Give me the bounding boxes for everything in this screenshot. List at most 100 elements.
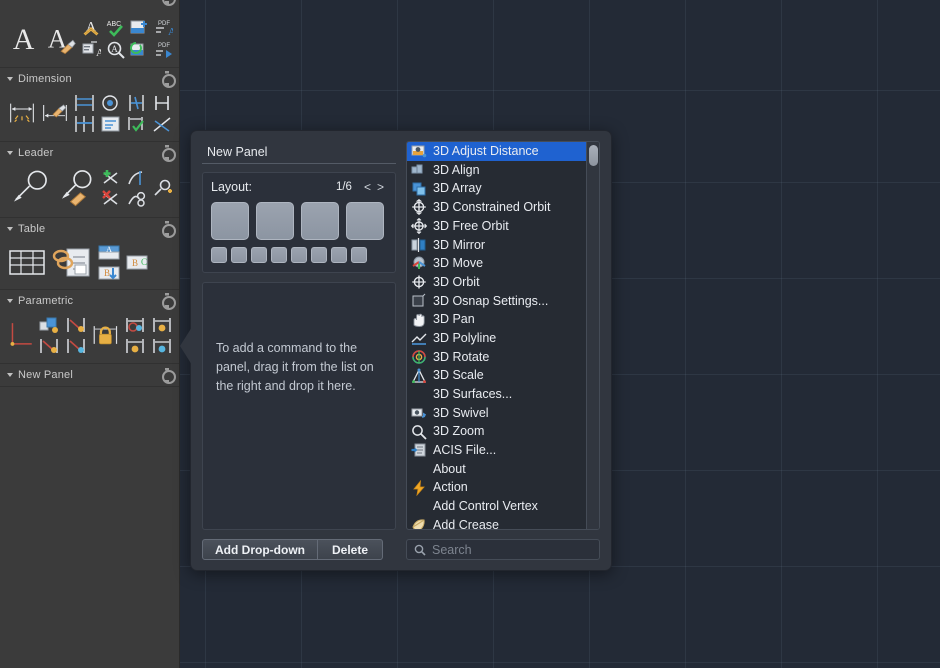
- layout-next-button[interactable]: >: [374, 180, 387, 194]
- baseline-dimension-icon[interactable]: [74, 94, 95, 112]
- sidebar-group-header-new-panel[interactable]: New Panel: [0, 364, 179, 386]
- text-style-big-a-icon[interactable]: A: [8, 17, 39, 59]
- layout-slot-large[interactable]: [301, 202, 339, 240]
- table-formula-icon[interactable]: B C: [126, 254, 149, 271]
- command-list-item[interactable]: ACIS File...: [407, 441, 586, 460]
- gear-icon[interactable]: [161, 0, 173, 3]
- gear-icon[interactable]: [161, 295, 173, 307]
- jogged-dimension-icon[interactable]: [152, 94, 173, 112]
- command-list-item[interactable]: Action: [407, 478, 586, 497]
- sidebar-group-icons-parametric[interactable]: [0, 311, 179, 363]
- command-list-item[interactable]: 3D Swivel: [407, 404, 586, 423]
- command-list-scrollbar[interactable]: [586, 142, 599, 529]
- layout-slot-small[interactable]: [271, 247, 287, 263]
- command-list-item[interactable]: 3D Pan: [407, 310, 586, 329]
- command-list-item[interactable]: 3D Polyline: [407, 329, 586, 348]
- pdf-text-icon[interactable]: PDF A: [154, 18, 173, 37]
- gear-icon[interactable]: [161, 369, 173, 381]
- text-import-icon[interactable]: [130, 18, 149, 37]
- layout-slot-small[interactable]: [351, 247, 367, 263]
- text-find-replace-icon[interactable]: A: [82, 40, 101, 59]
- layout-slot-large[interactable]: [256, 202, 294, 240]
- command-list[interactable]: 3D Adjust Distance3D Align3D Array3D Con…: [406, 141, 600, 530]
- command-list-item[interactable]: 3D Orbit: [407, 273, 586, 292]
- dimension-edit-brush-icon[interactable]: [41, 93, 69, 133]
- sidebar-group-dimension[interactable]: Dimension: [0, 68, 179, 142]
- gear-icon[interactable]: [161, 147, 173, 159]
- spell-check-icon[interactable]: ABC: [106, 18, 125, 37]
- sidebar-group-new-panel[interactable]: New Panel: [0, 364, 179, 387]
- chevron-down-icon[interactable]: [7, 299, 13, 303]
- command-list-item[interactable]: Add Crease: [407, 516, 586, 529]
- link-data-icon[interactable]: [51, 243, 93, 281]
- chevron-down-icon[interactable]: [7, 227, 13, 231]
- new-panel-editor-dialog[interactable]: New Panel Layout: 1/6 < >: [190, 130, 612, 571]
- command-drop-area[interactable]: To add a command to the panel, drag it f…: [202, 282, 396, 530]
- find-text-icon[interactable]: A: [106, 40, 125, 59]
- command-list-scroll-area[interactable]: 3D Adjust Distance3D Align3D Array3D Con…: [407, 142, 586, 529]
- sidebar-group-header-leader[interactable]: Leader: [0, 142, 179, 163]
- dimension-break-icon[interactable]: [126, 94, 147, 112]
- layout-slot-large[interactable]: [211, 202, 249, 240]
- customize-panel-sidebar[interactable]: Text A A A: [0, 0, 180, 668]
- command-search-field[interactable]: Search: [406, 539, 600, 560]
- sidebar-group-icons-leader[interactable]: [0, 163, 179, 217]
- command-list-item[interactable]: Add Control Vertex: [407, 497, 586, 516]
- sidebar-group-parametric[interactable]: Parametric: [0, 290, 179, 364]
- command-list-item[interactable]: 3D Scale: [407, 366, 586, 385]
- vertical-constraint-icon[interactable]: [151, 316, 173, 334]
- tangent-constraint-icon[interactable]: [65, 337, 87, 355]
- sidebar-group-icons-text[interactable]: A A A A: [0, 7, 179, 67]
- layout-slot-large[interactable]: [346, 202, 384, 240]
- layout-slot-small[interactable]: [231, 247, 247, 263]
- remove-leader-icon[interactable]: [100, 190, 121, 208]
- coincident-constraint-icon[interactable]: [38, 316, 60, 334]
- command-list-item[interactable]: About: [407, 460, 586, 479]
- command-list-item[interactable]: 3D Move: [407, 254, 586, 273]
- diameter-dimension-icon[interactable]: [100, 94, 121, 112]
- sidebar-group-text[interactable]: Text A A A: [0, 0, 179, 68]
- pdf-link-icon[interactable]: PDF: [154, 40, 173, 59]
- layout-slot-small[interactable]: [211, 247, 227, 263]
- dimension-style-icon[interactable]: [100, 115, 121, 133]
- chevron-down-icon[interactable]: [7, 373, 13, 377]
- table-cell-style-icon[interactable]: A: [98, 244, 121, 261]
- linear-dimension-icon[interactable]: [8, 93, 36, 133]
- panel-name-input[interactable]: New Panel: [202, 141, 396, 164]
- parallel-constraint-icon[interactable]: [38, 337, 60, 355]
- layout-section[interactable]: Layout: 1/6 < >: [202, 172, 396, 273]
- perpendicular-constraint-icon[interactable]: [65, 316, 87, 334]
- text-update-icon[interactable]: [130, 40, 149, 59]
- scrollbar-thumb[interactable]: [589, 145, 598, 166]
- leader-style-icon[interactable]: [152, 179, 173, 197]
- command-list-item[interactable]: 3D Constrained Orbit: [407, 198, 586, 217]
- sidebar-group-table[interactable]: Table: [0, 218, 179, 290]
- command-list-item[interactable]: 3D Mirror: [407, 235, 586, 254]
- layout-large-slots[interactable]: [211, 202, 387, 240]
- command-list-item[interactable]: 3D Rotate: [407, 348, 586, 367]
- dimension-check-icon[interactable]: [126, 115, 147, 133]
- delete-button[interactable]: Delete: [318, 539, 383, 560]
- gear-icon[interactable]: [161, 223, 173, 235]
- text-height-icon[interactable]: A: [82, 18, 101, 37]
- radial-constraint-icon[interactable]: [124, 337, 146, 355]
- command-list-item[interactable]: 3D Array: [407, 179, 586, 198]
- chevron-down-icon[interactable]: [7, 77, 13, 81]
- sidebar-group-icons-table[interactable]: A B B C: [0, 239, 179, 289]
- multileader-icon[interactable]: [8, 167, 51, 209]
- horizontal-constraint-icon[interactable]: [151, 337, 173, 355]
- sidebar-group-header-text[interactable]: Text: [0, 0, 179, 7]
- add-dropdown-button[interactable]: Add Drop-down: [202, 539, 318, 560]
- sidebar-group-header-table[interactable]: Table: [0, 218, 179, 239]
- layout-small-slots[interactable]: [211, 247, 387, 263]
- table-column-insert-icon[interactable]: B: [98, 264, 121, 281]
- command-list-item[interactable]: 3D Zoom: [407, 422, 586, 441]
- angular-dimension-icon[interactable]: [152, 115, 173, 133]
- constraint-lock-icon[interactable]: [92, 315, 119, 355]
- sidebar-group-icons-dimension[interactable]: [0, 89, 179, 141]
- continue-dimension-icon[interactable]: [74, 115, 95, 133]
- sidebar-group-header-dimension[interactable]: Dimension: [0, 68, 179, 89]
- command-list-item[interactable]: 3D Osnap Settings...: [407, 292, 586, 311]
- layout-slot-small[interactable]: [331, 247, 347, 263]
- layout-slot-small[interactable]: [291, 247, 307, 263]
